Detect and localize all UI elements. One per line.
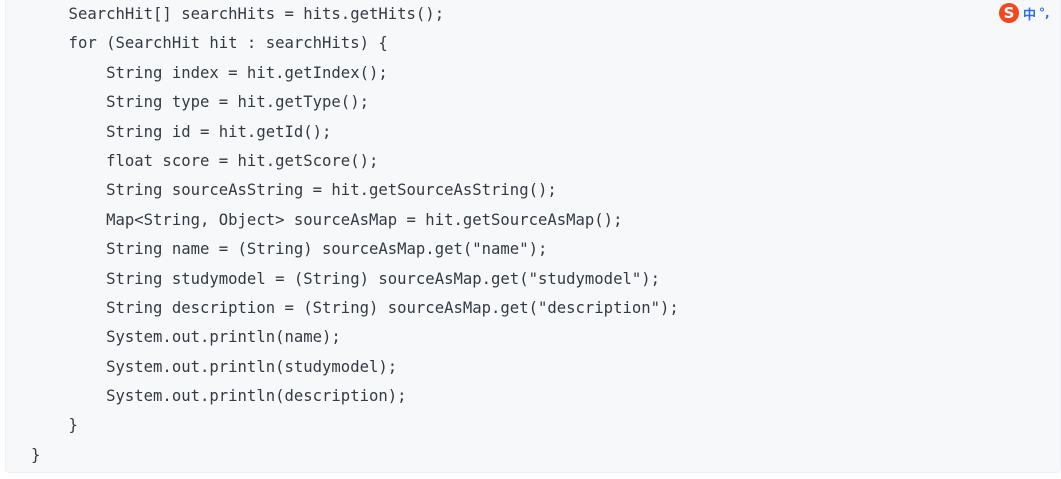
code-line: String type = hit.getType(); [31,93,369,112]
code-line: String description = (String) sourceAsMa… [31,298,679,317]
code-line: SearchHit[] searchHits = hits.getHits(); [31,5,445,23]
code-line: String studymodel = (String) sourceAsMap… [31,269,661,288]
code-line: } [31,445,41,464]
code-line: System.out.println(studymodel); [31,357,398,376]
code-line: for (SearchHit hit : searchHits) { [31,34,388,53]
code-line: String sourceAsString = hit.getSourceAsS… [31,181,557,200]
code-line: String id = hit.getId(); [31,122,332,141]
code-line: } [31,416,78,435]
sogou-ime-logo-icon[interactable]: S [999,3,1019,23]
ime-mode-toggle[interactable]: 中 [1023,4,1036,23]
ime-toolbar[interactable]: S 中 °, [997,2,1061,24]
code-line: Map<String, Object> sourceAsMap = hit.ge… [31,210,623,229]
code-line: String name = (String) sourceAsMap.get("… [31,240,548,259]
code-block: SearchHit[] searchHits = hits.getHits();… [5,0,1061,473]
code-line: System.out.println(name); [31,328,341,347]
code-line: System.out.println(description); [31,387,407,406]
code-line: String index = hit.getIndex(); [31,63,388,82]
ime-punctuation-toggle[interactable]: °, [1039,6,1050,20]
code-line: float score = hit.getScore(); [31,151,379,170]
code-lines: SearchHit[] searchHits = hits.getHits();… [31,0,679,470]
